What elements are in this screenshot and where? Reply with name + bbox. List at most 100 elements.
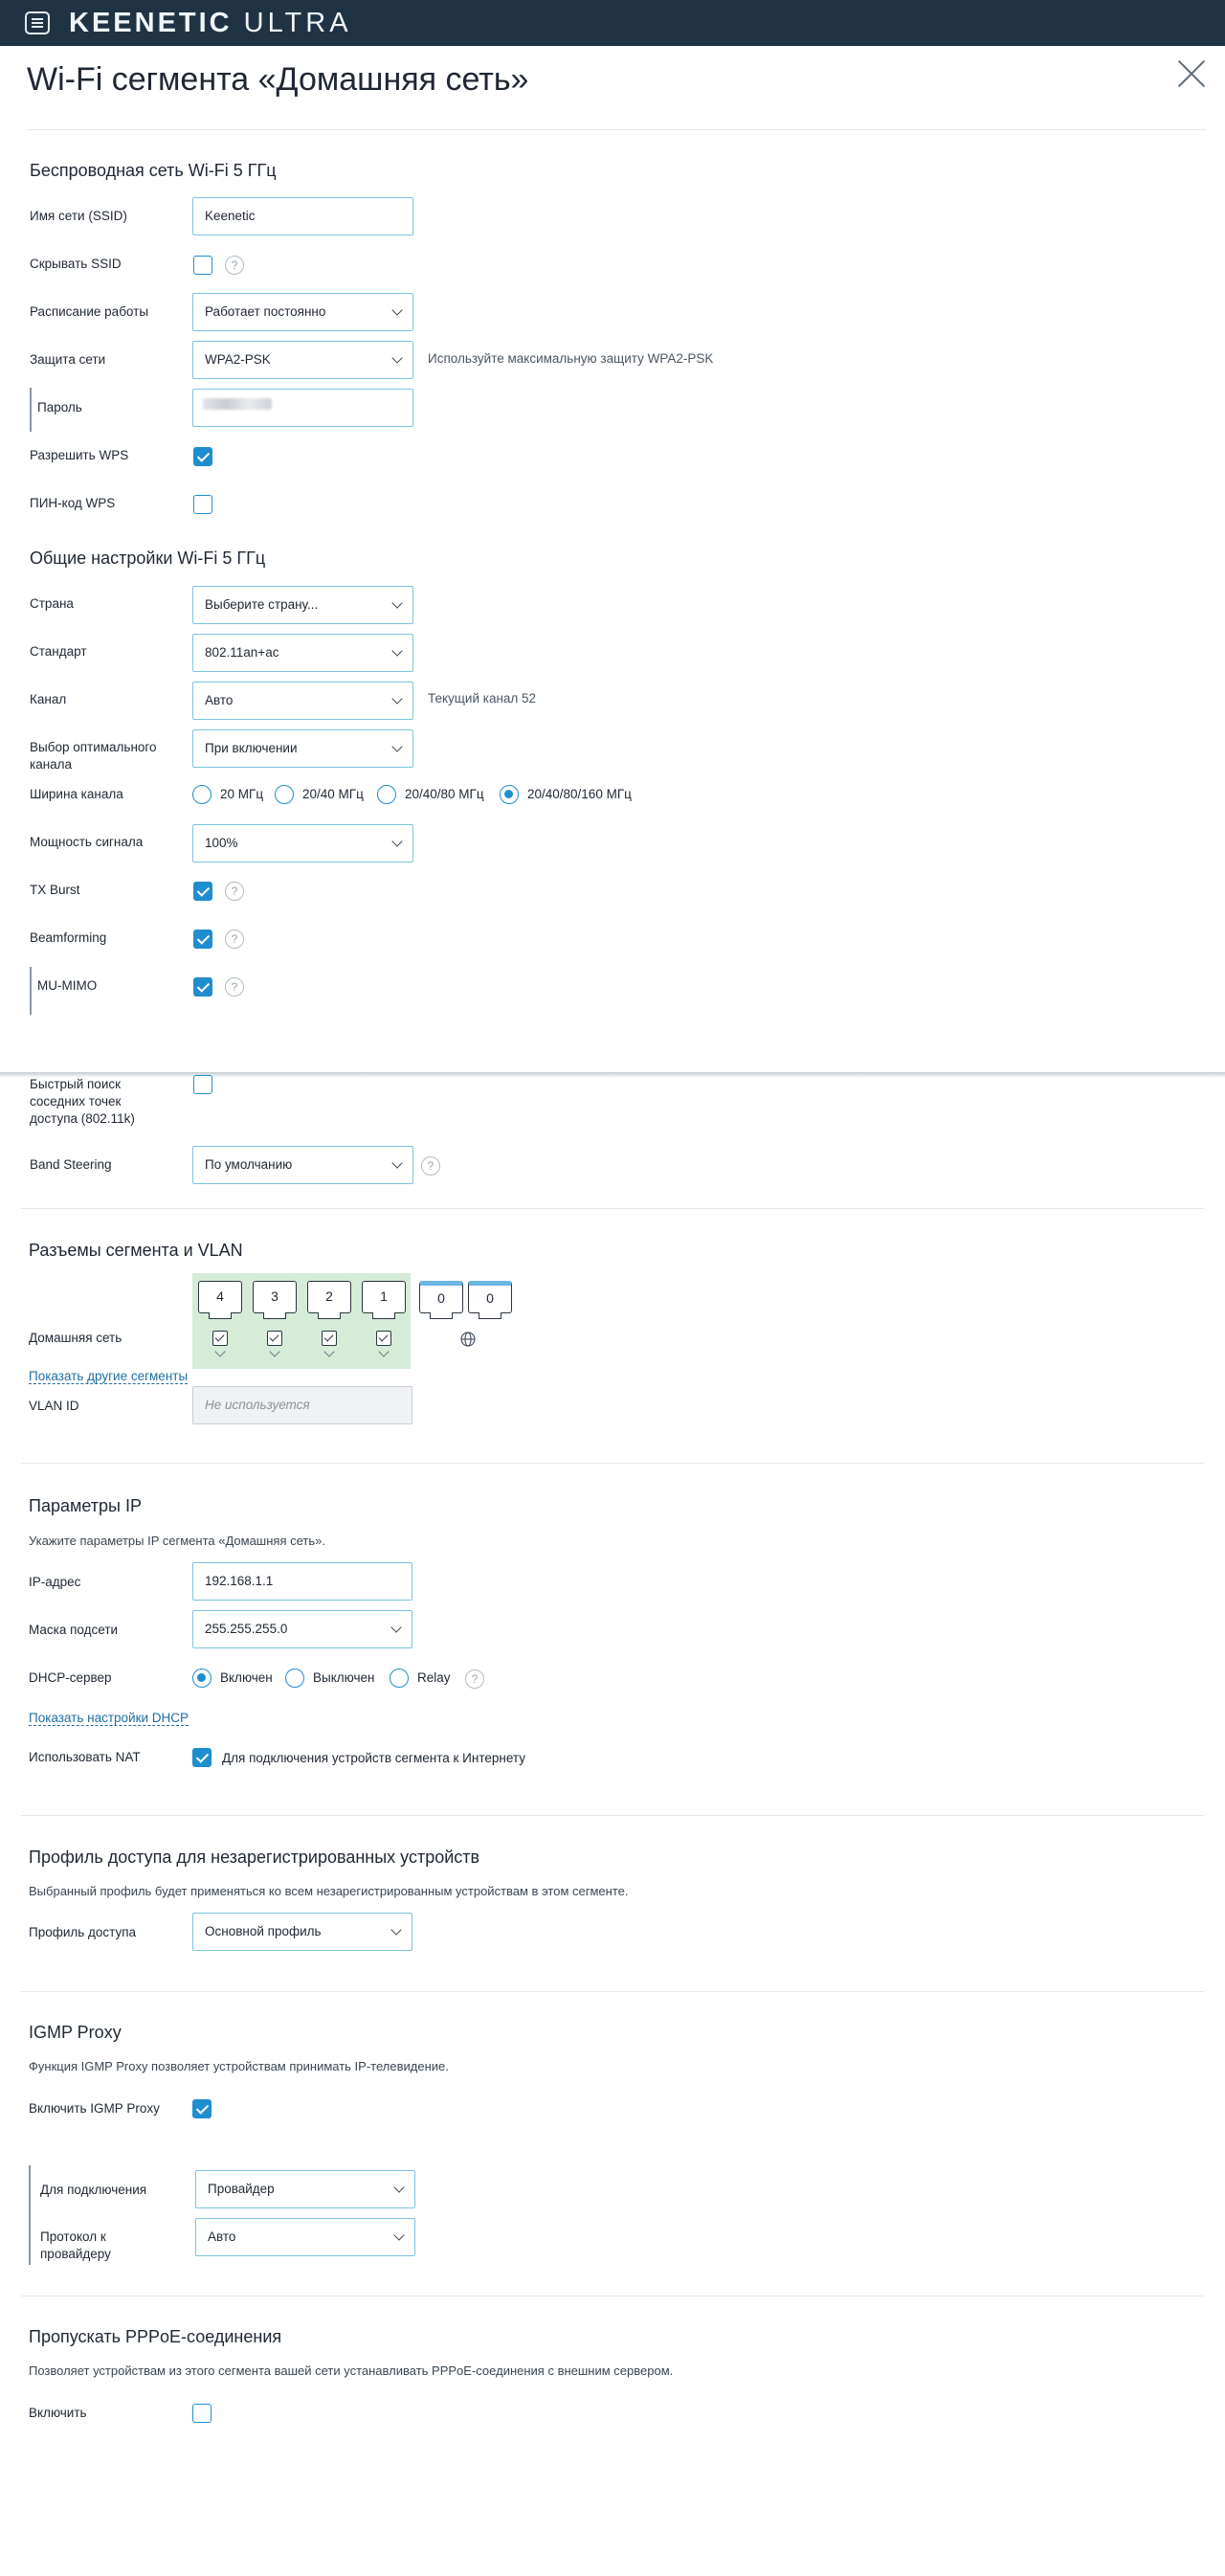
- pppoe-enable-checkbox[interactable]: [192, 2404, 212, 2423]
- vlan-label: VLAN ID: [29, 1399, 79, 1413]
- width-option-80: 20/40/80 МГц: [405, 787, 484, 801]
- schedule-value: Работает постоянно: [205, 304, 326, 319]
- txburst-checkbox[interactable]: [193, 882, 212, 901]
- menu-icon[interactable]: [25, 11, 50, 34]
- chevron-down-icon: [391, 1157, 403, 1169]
- standard-value: 802.11an+ac: [205, 645, 279, 660]
- help-icon[interactable]: ?: [225, 882, 244, 901]
- schedule-select[interactable]: Работает постоянно: [192, 293, 413, 331]
- country-value: Выберите страну...: [205, 597, 319, 612]
- password-label: Пароль: [37, 400, 82, 414]
- igmp-protocol-select[interactable]: Авто: [195, 2218, 415, 2256]
- fast-roaming-checkbox[interactable]: [193, 1075, 212, 1094]
- ssid-input[interactable]: Keenetic: [192, 197, 413, 235]
- width-option-40: 20/40 МГц: [302, 787, 364, 801]
- nat-checkbox[interactable]: [192, 1748, 212, 1767]
- igmp-connection-value: Провайдер: [208, 2182, 275, 2196]
- channel-label: Канал: [30, 692, 67, 706]
- security-hint: Используйте максимальную защиту WPA2-PSK: [428, 351, 714, 366]
- close-icon[interactable]: [1177, 59, 1206, 88]
- dhcp-radio-relay[interactable]: [390, 1669, 409, 1688]
- divider: [27, 129, 1206, 130]
- width-label: Ширина канала: [30, 787, 123, 801]
- width-option-160: 20/40/80/160 МГц: [527, 787, 632, 801]
- channel-select[interactable]: Авто: [192, 682, 413, 720]
- width-radio-40[interactable]: [275, 785, 294, 804]
- subnet-mask-value: 255.255.255.0: [205, 1622, 288, 1636]
- nat-label: Использовать NAT: [29, 1750, 141, 1764]
- fast-roaming-label: Быстрый поиск соседних точек доступа (802.…: [30, 1077, 135, 1126]
- chevron-down-icon: [391, 645, 403, 657]
- power-value: 100%: [205, 836, 238, 850]
- igmp-protocol-label: Протокол к провайдеру: [40, 2229, 111, 2261]
- country-select[interactable]: Выберите страну...: [192, 586, 413, 624]
- port-4-checkbox[interactable]: [212, 1331, 228, 1346]
- dhcp-option-relay: Relay: [417, 1670, 451, 1685]
- port-2-checkbox[interactable]: [322, 1331, 337, 1346]
- band-steering-value: По умолчанию: [205, 1157, 293, 1172]
- help-icon[interactable]: ?: [225, 256, 244, 275]
- port-3: 3: [253, 1281, 297, 1319]
- port-3-checkbox[interactable]: [267, 1331, 282, 1346]
- ip-address-input[interactable]: 192.168.1.1: [192, 1562, 412, 1601]
- pppoe-enable-label: Включить: [29, 2406, 87, 2420]
- port-1-checkbox[interactable]: [376, 1331, 391, 1346]
- band-steering-select[interactable]: По умолчанию: [192, 1146, 413, 1184]
- section-title-wireless: Беспроводная сеть Wi-Fi 5 ГГц: [30, 161, 277, 180]
- help-icon[interactable]: ?: [225, 977, 244, 997]
- beamforming-label: Beamforming: [30, 930, 107, 945]
- beamforming-checkbox[interactable]: [193, 930, 212, 949]
- igmp-connection-label: Для подключения: [40, 2183, 147, 2197]
- power-label: Мощность сигнала: [30, 835, 144, 849]
- schedule-label: Расписание работы: [30, 304, 149, 319]
- chevron-down-icon: [393, 2229, 405, 2241]
- igmp-description: Функция IGMP Proxy позволяет устройствам…: [29, 2059, 449, 2073]
- brand-logo: KEENETIC ULTRA: [69, 8, 352, 38]
- width-radio-20[interactable]: [192, 785, 212, 804]
- wps-label: Разрешить WPS: [30, 448, 129, 462]
- width-radio-80[interactable]: [377, 785, 396, 804]
- vlan-input[interactable]: Не используется: [192, 1386, 412, 1424]
- indent-line: [30, 388, 32, 432]
- dhcp-option-off: Выключен: [313, 1670, 375, 1685]
- top-bar: KEENETIC ULTRA: [0, 0, 1225, 46]
- chevron-down-icon: [390, 1622, 402, 1633]
- wps-pin-checkbox[interactable]: [193, 495, 212, 514]
- access-profile-value: Основной профиль: [205, 1924, 322, 1938]
- standard-select[interactable]: 802.11an+ac: [192, 634, 413, 672]
- mumimo-checkbox[interactable]: [193, 977, 212, 997]
- globe-icon[interactable]: [459, 1331, 477, 1348]
- wps-checkbox[interactable]: [193, 447, 212, 466]
- chevron-down-icon: [391, 304, 403, 316]
- igmp-connection-select[interactable]: Провайдер: [195, 2170, 415, 2208]
- ssid-label: Имя сети (SSID): [30, 209, 127, 223]
- ip-address-label: IP-адрес: [29, 1575, 81, 1589]
- dhcp-radio-on[interactable]: [192, 1669, 212, 1688]
- access-profile-select[interactable]: Основной профиль: [192, 1913, 412, 1951]
- help-icon[interactable]: ?: [465, 1669, 484, 1689]
- security-select[interactable]: WPA2-PSK: [192, 341, 413, 379]
- optimal-channel-select[interactable]: При включении: [192, 729, 413, 768]
- section-title-pppoe: Пропускать PPPoE-соединения: [29, 2327, 282, 2346]
- show-dhcp-settings-link[interactable]: Показать настройки DHCP: [29, 1711, 189, 1726]
- dhcp-radio-off[interactable]: [285, 1669, 304, 1688]
- width-radio-160[interactable]: [500, 785, 519, 804]
- port-1: 1: [362, 1281, 406, 1319]
- chevron-down-icon: [390, 1924, 402, 1936]
- section-title-general: Общие настройки Wi-Fi 5 ГГц: [30, 549, 266, 568]
- help-icon[interactable]: ?: [421, 1156, 440, 1176]
- indent-line: [29, 2165, 31, 2265]
- power-select[interactable]: 100%: [192, 824, 413, 862]
- hide-ssid-checkbox[interactable]: [193, 256, 212, 275]
- security-value: WPA2-PSK: [205, 352, 271, 367]
- indent-line: [30, 967, 32, 1015]
- section-title-ports: Разъемы сегмента и VLAN: [29, 1241, 243, 1260]
- help-icon[interactable]: ?: [225, 930, 244, 949]
- igmp-enable-checkbox[interactable]: [192, 2099, 212, 2118]
- port-0-b: 0: [468, 1281, 512, 1319]
- subnet-mask-select[interactable]: 255.255.255.0: [192, 1610, 412, 1648]
- optimal-channel-value: При включении: [205, 741, 298, 755]
- access-description: Выбранный профиль будет применяться ко в…: [29, 1884, 629, 1898]
- show-other-segments-link[interactable]: Показать другие сегменты: [29, 1369, 189, 1384]
- password-mask: [203, 398, 272, 410]
